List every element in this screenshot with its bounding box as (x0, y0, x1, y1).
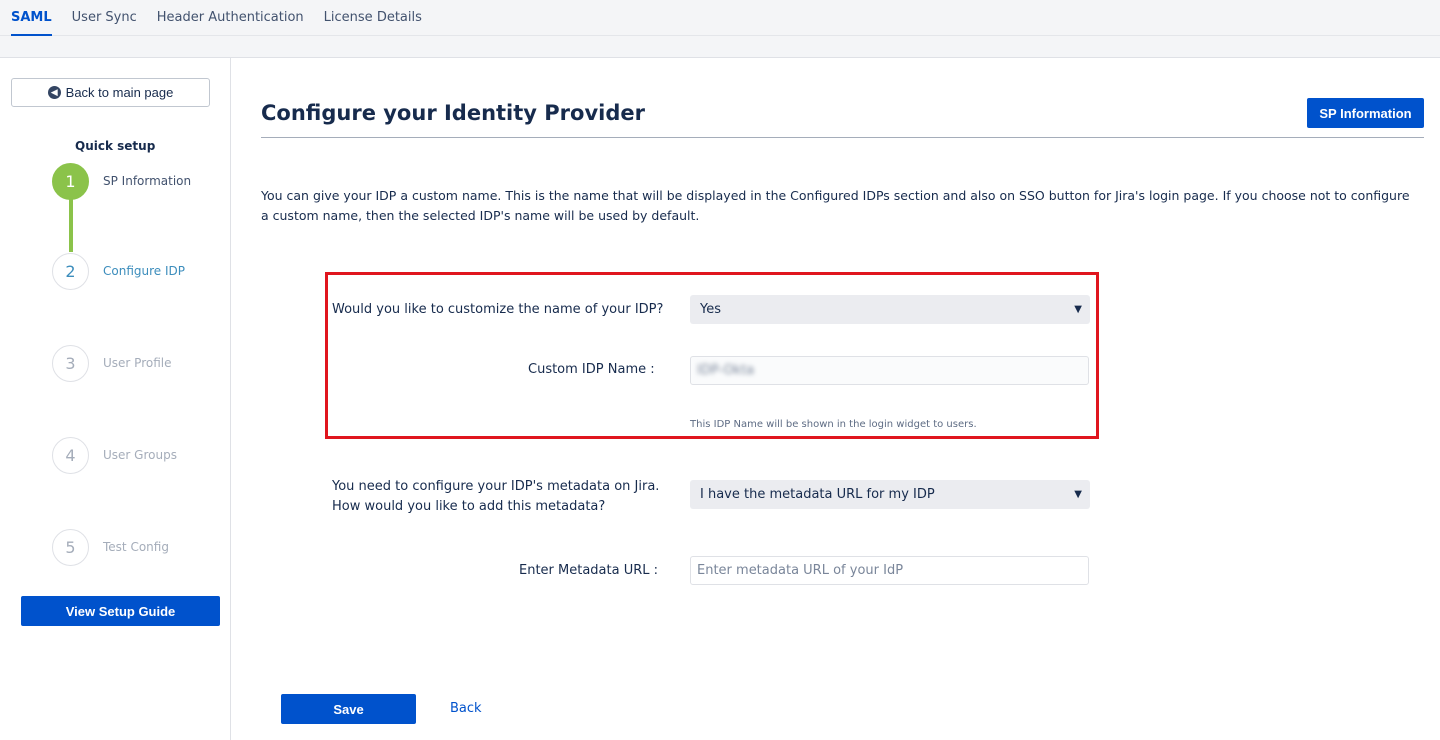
step-connector (69, 196, 73, 252)
metadata-method-label: You need to configure your IDP's metadat… (332, 477, 659, 517)
step-user-profile[interactable]: 3 User Profile (52, 345, 232, 383)
back-to-main-label: Back to main page (65, 85, 174, 100)
metadata-url-input[interactable]: Enter metadata URL of your IdP (690, 556, 1089, 585)
metadata-method-select[interactable]: I have the metadata URL for my IDP ▼ (690, 480, 1090, 509)
step-label: User Profile (103, 356, 172, 370)
step-user-groups[interactable]: 4 User Groups (52, 437, 232, 475)
step-label: Test Config (103, 540, 169, 554)
page-title: Configure your Identity Provider (261, 101, 645, 125)
chevron-down-icon: ▼ (1074, 304, 1082, 315)
top-nav: SAML User Sync Header Authentication Lic… (0, 0, 1440, 58)
arrow-left-circle-icon: ◀ (47, 86, 61, 99)
description: You can give your IDP a custom name. Thi… (261, 188, 1410, 223)
custom-name-hint: This IDP Name will be shown in the login… (690, 419, 977, 430)
custom-idp-name-input[interactable]: IDP-Okta (690, 356, 1089, 385)
selected-value: I have the metadata URL for my IDP (700, 487, 935, 502)
step-sp-information[interactable]: 1 SP Information (52, 163, 232, 201)
metadata-label-line: How would you like to add this metadata? (332, 499, 606, 514)
tab-header-authentication[interactable]: Header Authentication (157, 0, 304, 36)
step-label: Configure IDP (103, 264, 185, 278)
step-test-config[interactable]: 5 Test Config (52, 529, 232, 567)
save-button[interactable]: Save (281, 694, 416, 724)
tab-license-details[interactable]: License Details (324, 0, 422, 36)
quick-setup-heading: Quick setup (75, 139, 156, 153)
step-label: User Groups (103, 448, 177, 462)
chevron-down-icon: ▼ (1074, 489, 1082, 500)
view-setup-guide-button[interactable]: View Setup Guide (21, 596, 220, 626)
customize-name-select[interactable]: Yes ▼ (690, 295, 1090, 324)
custom-idp-name-label: Custom IDP Name : (528, 362, 655, 377)
step-number: 4 (52, 437, 89, 474)
back-to-main-button[interactable]: ◀ Back to main page (11, 78, 210, 107)
metadata-url-label: Enter Metadata URL : (519, 563, 659, 578)
step-configure-idp[interactable]: 2 Configure IDP (52, 253, 232, 291)
tab-user-sync[interactable]: User Sync (72, 0, 137, 36)
customize-name-label: Would you like to customize the name of … (332, 302, 664, 317)
tab-saml[interactable]: SAML (11, 0, 52, 36)
step-number: 3 (52, 345, 89, 382)
metadata-label-line: You need to configure your IDP's metadat… (332, 479, 660, 494)
back-link[interactable]: Back (450, 701, 482, 716)
title-divider (261, 137, 1424, 138)
sp-information-button[interactable]: SP Information (1307, 98, 1424, 128)
input-placeholder: Enter metadata URL of your IdP (697, 563, 904, 578)
step-number: 1 (52, 163, 89, 200)
input-value: IDP-Okta (697, 363, 755, 378)
step-label: SP Information (103, 174, 192, 188)
selected-value: Yes (700, 302, 721, 317)
step-number: 2 (52, 253, 89, 290)
step-number: 5 (52, 529, 89, 566)
sidebar: ◀ Back to main page Quick setup 1 SP Infor… (0, 58, 231, 740)
